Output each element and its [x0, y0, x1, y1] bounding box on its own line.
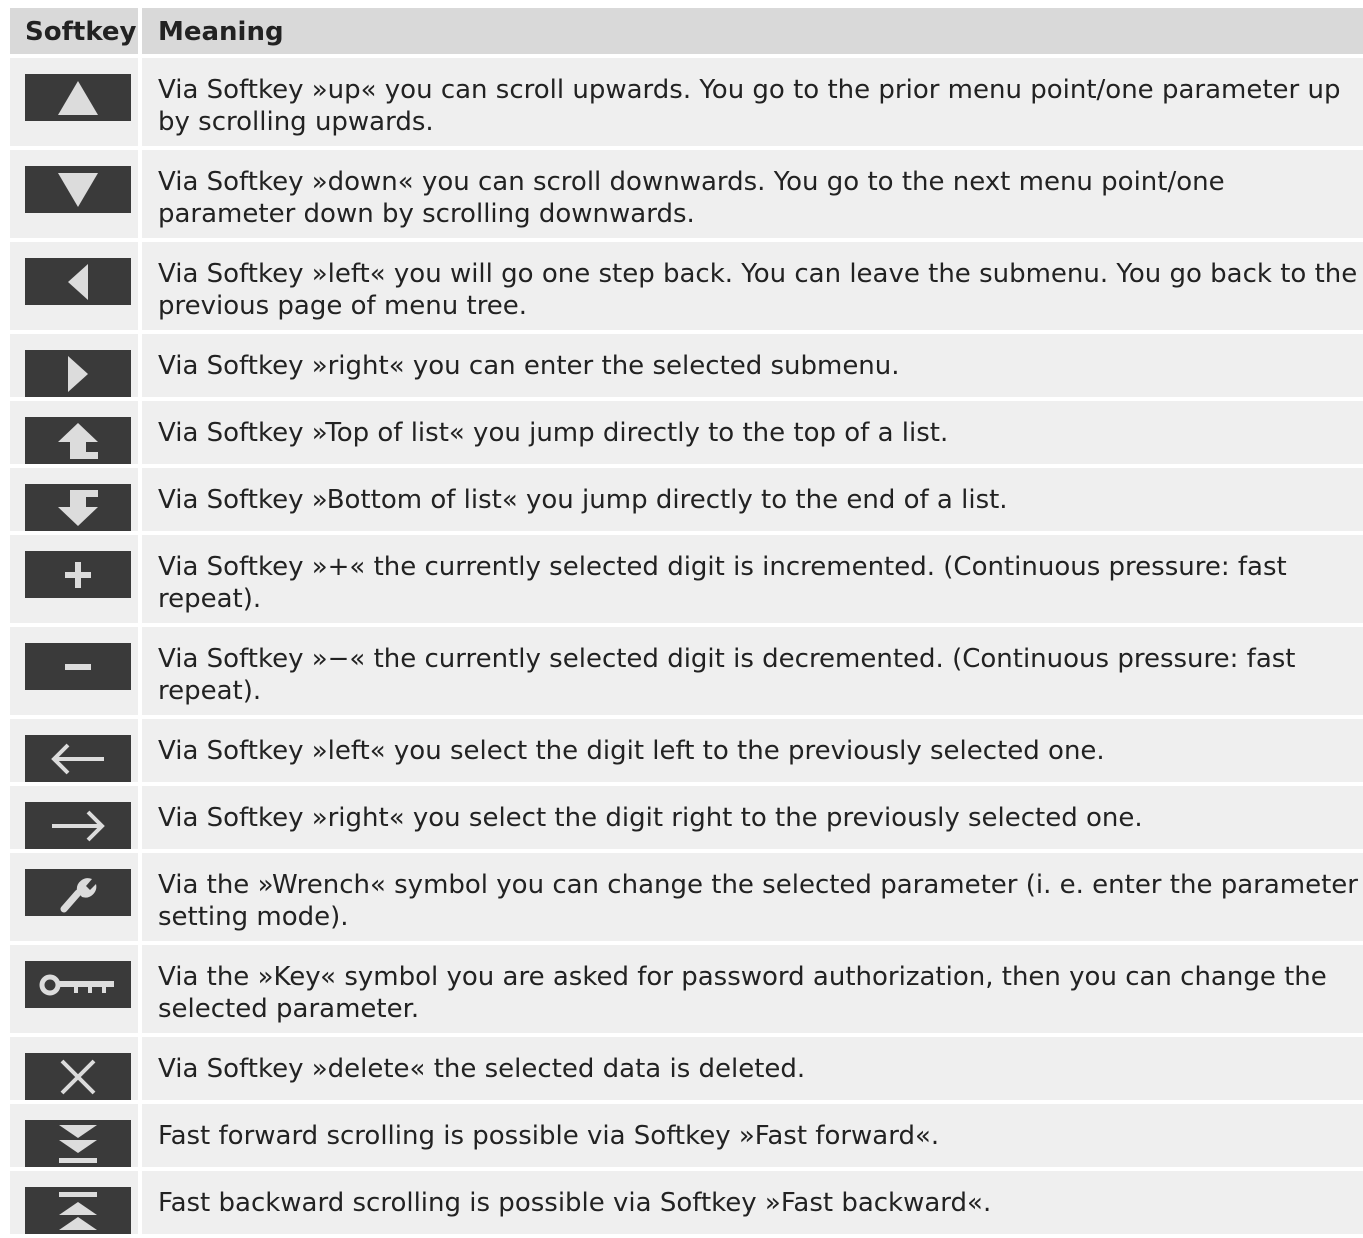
- wrench-icon: [25, 869, 131, 916]
- table-row: Fast backward scrolling is possible via …: [10, 1171, 1363, 1238]
- row-meaning: Via Softkey »left« you select the digit …: [142, 719, 1363, 782]
- table-row: Via Softkey »Top of list« you jump direc…: [10, 401, 1363, 468]
- row-meaning: Via Softkey »Top of list« you jump direc…: [142, 401, 1363, 464]
- row-meaning: Via Softkey »+« the currently selected d…: [142, 535, 1363, 623]
- plus-icon: [25, 551, 131, 598]
- row-meaning: Fast backward scrolling is possible via …: [142, 1171, 1363, 1234]
- delete-x-icon: [25, 1053, 131, 1100]
- right-triangle-icon: [25, 350, 131, 397]
- table-row: Via Softkey »left« you select the digit …: [10, 719, 1363, 786]
- row-meaning: Via Softkey »−« the currently selected d…: [142, 627, 1363, 715]
- row-meaning: Via Softkey »down« you can scroll downwa…: [142, 150, 1363, 238]
- arrow-right-icon: [25, 802, 131, 849]
- table-row: Via Softkey »left« you will go one step …: [10, 242, 1363, 334]
- header-softkey: Softkey: [10, 8, 142, 54]
- fast-forward-icon: [25, 1120, 131, 1167]
- left-triangle-icon: [25, 258, 131, 305]
- key-icon: [25, 961, 131, 1008]
- header-meaning: Meaning: [142, 8, 1363, 54]
- row-meaning: Via Softkey »up« you can scroll upwards.…: [142, 58, 1363, 146]
- down-triangle-icon: [25, 166, 131, 213]
- row-meaning: Via Softkey »Bottom of list« you jump di…: [142, 468, 1363, 531]
- table-row: Via Softkey »up« you can scroll upwards.…: [10, 58, 1363, 150]
- table-row: Via the »Key« symbol you are asked for p…: [10, 945, 1363, 1037]
- row-meaning: Via the »Key« symbol you are asked for p…: [142, 945, 1363, 1033]
- table-row: Via Softkey »Bottom of list« you jump di…: [10, 468, 1363, 535]
- table-row: Via Softkey »right« you select the digit…: [10, 786, 1363, 853]
- table-row: Via Softkey »+« the currently selected d…: [10, 535, 1363, 627]
- table-row: Via Softkey »right« you can enter the se…: [10, 334, 1363, 401]
- table-row: Fast forward scrolling is possible via S…: [10, 1104, 1363, 1171]
- row-meaning: Fast forward scrolling is possible via S…: [142, 1104, 1363, 1167]
- fast-backward-icon: [25, 1187, 131, 1234]
- top-of-list-icon: [25, 417, 131, 464]
- table-row: Via Softkey »−« the currently selected d…: [10, 627, 1363, 719]
- row-meaning: Via Softkey »left« you will go one step …: [142, 242, 1363, 330]
- bottom-of-list-icon: [25, 484, 131, 531]
- row-meaning: Via Softkey »right« you can enter the se…: [142, 334, 1363, 397]
- table-row: Via Softkey »down« you can scroll downwa…: [10, 150, 1363, 242]
- row-meaning: Via the »Wrench« symbol you can change t…: [142, 853, 1363, 941]
- up-triangle-icon: [25, 74, 131, 121]
- arrow-left-icon: [25, 735, 131, 782]
- table-header: Softkey Meaning: [10, 8, 1363, 58]
- row-meaning: Via Softkey »right« you select the digit…: [142, 786, 1363, 849]
- minus-icon: [25, 643, 131, 690]
- table-row: Via Softkey »delete« the selected data i…: [10, 1037, 1363, 1104]
- softkey-table: Softkey Meaning Via Softkey »up« you can…: [10, 8, 1363, 1238]
- table-row: Via the »Wrench« symbol you can change t…: [10, 853, 1363, 945]
- row-meaning: Via Softkey »delete« the selected data i…: [142, 1037, 1363, 1100]
